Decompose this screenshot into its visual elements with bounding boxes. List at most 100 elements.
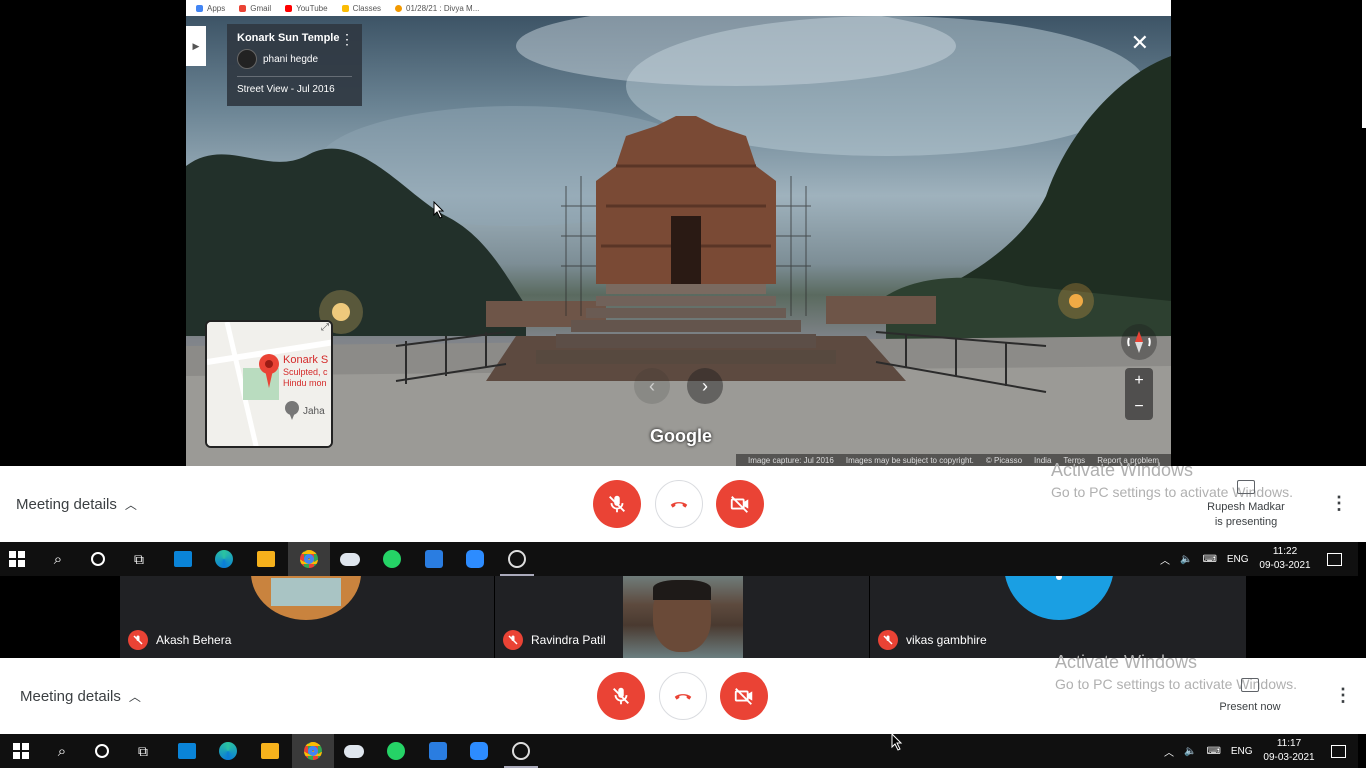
more-options-icon[interactable]: ⋮ xyxy=(340,32,354,46)
chevron-right-icon: ▶ xyxy=(192,40,200,51)
screen-recorder-icon[interactable] xyxy=(511,741,531,761)
bookmark-youtube[interactable]: YouTube xyxy=(285,4,328,13)
system-clock[interactable]: 11:22 09-03-2021 xyxy=(1258,545,1312,573)
nav-next-button[interactable]: › xyxy=(687,368,723,404)
attribution-author[interactable]: © Picasso xyxy=(986,456,1022,465)
system-clock[interactable]: 11:17 09-03-2021 xyxy=(1262,737,1316,765)
classes-icon xyxy=(341,4,349,12)
windows-logo xyxy=(13,743,29,759)
nav-previous-button[interactable]: ‹ xyxy=(634,368,670,404)
camera-off-button[interactable] xyxy=(716,480,764,528)
notifications-icon[interactable] xyxy=(1324,549,1344,569)
volume-icon[interactable]: 🔈 xyxy=(1180,554,1192,565)
chevron-up-icon: ︿ xyxy=(124,498,137,512)
attribution-country[interactable]: India xyxy=(1034,456,1051,465)
search-icon[interactable]: ⌕ xyxy=(52,741,72,761)
leave-call-button[interactable] xyxy=(659,672,707,720)
close-icon[interactable]: ✕ xyxy=(1131,32,1149,54)
minimap-place-2: Jaha xyxy=(303,406,325,417)
whatsapp-icon[interactable] xyxy=(386,741,406,761)
compass-button[interactable] xyxy=(1121,324,1157,360)
zoom-in-button[interactable]: + xyxy=(1134,372,1143,390)
presenter-status-text: is presenting xyxy=(1214,516,1278,528)
present-screen-icon[interactable] xyxy=(1237,480,1255,494)
more-options-icon[interactable]: ⋮ xyxy=(1334,686,1352,704)
participant-tile[interactable]: Ravindra Patil xyxy=(495,576,869,658)
capture-date: Street View - Jul 2016 xyxy=(237,84,335,95)
task-view-icon[interactable]: ⧉ xyxy=(129,549,149,569)
place-title[interactable]: Konark Sun Temple xyxy=(237,32,352,44)
language-indicator[interactable]: ENG xyxy=(1227,554,1249,565)
task-view-icon[interactable]: ⧉ xyxy=(133,741,153,761)
zoom-app-icon[interactable] xyxy=(465,549,485,569)
app-store-icon[interactable] xyxy=(424,549,444,569)
keyboard-icon[interactable]: ⌨ xyxy=(1206,746,1220,757)
bookmark-classes[interactable]: Classes xyxy=(341,4,381,13)
participant-name: Ravindra Patil xyxy=(531,633,606,647)
meeting-details-button[interactable]: Meeting details ︿ xyxy=(16,496,137,513)
participant-name-row: Ravindra Patil xyxy=(503,630,606,650)
mail-app-icon[interactable] xyxy=(177,741,197,761)
chrome-icon[interactable] xyxy=(299,549,319,569)
bookmarks-bar: Apps Gmail YouTube Classes 01/28/21 : Di… xyxy=(186,0,1171,16)
windows-logo xyxy=(9,551,25,567)
zoom-controls: + − xyxy=(1125,368,1153,420)
chevron-up-icon[interactable]: ︿ xyxy=(1164,744,1174,759)
minimap-place-label: Konark S xyxy=(283,354,329,366)
system-tray: ︿ 🔈 ⌨ ENG xyxy=(1160,542,1249,576)
participant-tile[interactable]: Akash Behera xyxy=(120,576,494,658)
whatsapp-icon[interactable] xyxy=(382,549,402,569)
notifications-icon[interactable] xyxy=(1328,741,1348,761)
participant-avatar xyxy=(251,576,361,620)
author-avatar xyxy=(237,49,257,69)
presenter-status: Rupesh Madkar is presenting xyxy=(1196,500,1296,530)
mail-app-icon[interactable] xyxy=(173,549,193,569)
store-icon[interactable] xyxy=(256,549,276,569)
leave-call-button[interactable] xyxy=(655,480,703,528)
bookmark-divya[interactable]: 01/28/21 : Divya M... xyxy=(395,4,479,13)
edge-browser-icon[interactable] xyxy=(214,549,234,569)
apps-icon xyxy=(196,4,203,12)
search-icon[interactable]: ⌕ xyxy=(48,549,68,569)
app-store-icon[interactable] xyxy=(428,741,448,761)
compass-icon xyxy=(1127,331,1151,353)
volume-icon[interactable]: 🔈 xyxy=(1184,746,1196,757)
camera-off-icon xyxy=(730,496,749,513)
page-scrollbar[interactable] xyxy=(1362,0,1366,128)
language-indicator[interactable]: ENG xyxy=(1231,746,1253,757)
author-row[interactable]: phani hegde xyxy=(237,49,352,69)
cortana-icon[interactable] xyxy=(92,741,112,761)
screen-recorder-icon[interactable] xyxy=(507,549,527,569)
edge-browser-icon[interactable] xyxy=(218,741,238,761)
keyboard-icon[interactable]: ⌨ xyxy=(1202,554,1216,565)
present-screen-icon[interactable] xyxy=(1241,678,1259,692)
meeting-details-button[interactable]: Meeting details ︿ xyxy=(20,688,141,705)
mic-off-button[interactable] xyxy=(597,672,645,720)
windows-start-icon[interactable] xyxy=(11,741,31,761)
system-tray: ︿ 🔈 ⌨ ENG xyxy=(1164,734,1253,768)
camera-off-button[interactable] xyxy=(720,672,768,720)
street-view-panorama[interactable]: ▶ Konark Sun Temple ⋮ phani hegde Street… xyxy=(186,16,1171,466)
mic-off-button[interactable] xyxy=(593,480,641,528)
present-now-button[interactable]: Present now xyxy=(1200,700,1300,715)
zoom-app-icon[interactable] xyxy=(469,741,489,761)
chevron-up-icon[interactable]: ︿ xyxy=(1160,552,1170,567)
cloud-app-icon[interactable] xyxy=(344,741,364,761)
minimap-expand-icon[interactable]: ⤢ xyxy=(321,322,329,333)
meeting-details-label: Meeting details xyxy=(20,688,121,705)
attribution-capture: Image capture: Jul 2016 xyxy=(748,455,834,465)
minimap[interactable]: Konark S Sculpted, c Hindu mon Jaha ⤢ xyxy=(205,320,333,448)
windows-start-icon[interactable] xyxy=(7,549,27,569)
cloud-app-icon[interactable] xyxy=(340,549,360,569)
expand-panel-button[interactable]: ▶ xyxy=(186,26,206,66)
author-name: phani hegde xyxy=(263,53,319,65)
bookmark-gmail[interactable]: Gmail xyxy=(239,4,271,13)
zoom-out-button[interactable]: − xyxy=(1134,398,1143,416)
bookmark-apps[interactable]: Apps xyxy=(196,4,225,13)
chrome-icon[interactable] xyxy=(303,741,323,761)
store-icon[interactable] xyxy=(260,741,280,761)
mic-off-icon xyxy=(503,630,523,650)
participant-tile[interactable]: vikas gambhire xyxy=(870,576,1246,658)
more-options-icon[interactable]: ⋮ xyxy=(1330,494,1348,512)
cortana-icon[interactable] xyxy=(88,549,108,569)
